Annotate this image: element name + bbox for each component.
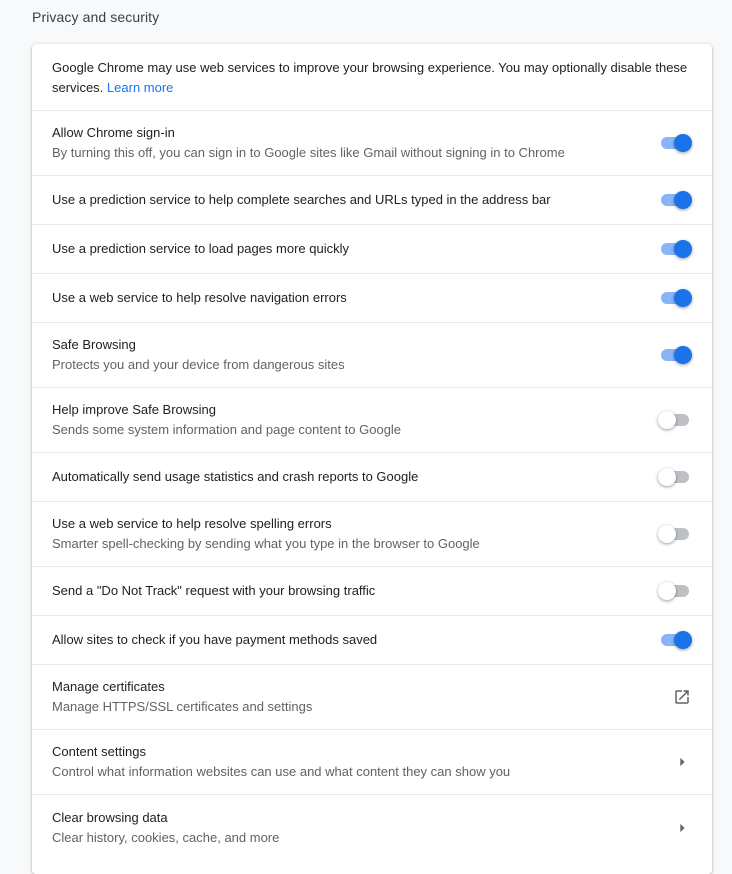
arrow-right-icon[interactable] <box>672 818 692 838</box>
setting-label: Use a web service to help resolve naviga… <box>52 290 347 305</box>
toggle-switch[interactable] <box>658 468 692 486</box>
toggle-knob <box>674 346 692 364</box>
setting-row-use-a-web-service-to-help-resolve-navigation-errors: Use a web service to help resolve naviga… <box>32 274 712 323</box>
setting-label: Allow Chrome sign-in <box>52 125 175 140</box>
settings-list: Allow Chrome sign-in By turning this off,… <box>32 111 712 860</box>
setting-text: Use a prediction service to help complet… <box>52 190 692 210</box>
setting-row-clear-browsing-data[interactable]: Clear browsing data Clear history, cookie… <box>32 795 712 860</box>
setting-sublabel: Sends some system information and page c… <box>52 422 402 437</box>
setting-sublabel: Control what information websites can us… <box>52 764 511 779</box>
setting-sublabel: Clear history, cookies, cache, and more <box>52 829 280 845</box>
setting-text: Automatically send usage statistics and … <box>52 467 692 487</box>
setting-row-help-improve-safe-browsing: Help improve Safe Browsing Sends some sys… <box>32 388 712 453</box>
setting-text: Allow Chrome sign-in By turning this off,… <box>52 123 692 163</box>
toggle-knob <box>674 289 692 307</box>
setting-label: Safe Browsing <box>52 337 136 352</box>
toggle-knob <box>674 631 692 649</box>
privacy-settings-card: Google Chrome may use web services to im… <box>32 44 712 874</box>
setting-text: Send a "Do Not Track" request with your … <box>52 581 692 601</box>
setting-label: Use a web service to help resolve spelli… <box>52 516 332 531</box>
setting-text: Use a prediction service to load pages m… <box>52 239 692 259</box>
setting-row-content-settings[interactable]: Content settings Control what information… <box>32 730 712 795</box>
setting-label: Content settings <box>52 744 146 759</box>
setting-text: Content settings Control what information… <box>52 742 692 782</box>
setting-sublabel: Manage HTTPS/SSL certificates and settin… <box>52 699 313 714</box>
toggle-knob <box>674 134 692 152</box>
setting-row-send-a-do-not-track-request-with-your-browsing-traffic: Send a "Do Not Track" request with your … <box>32 567 712 616</box>
setting-sublabel: By turning this off, you can sign in to … <box>52 145 565 160</box>
setting-row-allow-chrome-sign-in: Allow Chrome sign-in By turning this off,… <box>32 111 712 176</box>
setting-label: Use a prediction service to load pages m… <box>52 241 349 256</box>
toggle-knob <box>658 582 676 600</box>
toggle-switch[interactable] <box>658 582 692 600</box>
setting-label: Help improve Safe Browsing <box>52 402 217 417</box>
setting-label: Use a prediction service to help complet… <box>52 192 551 207</box>
setting-label: Allow sites to check if you have payment… <box>52 632 378 647</box>
toggle-switch[interactable] <box>658 346 692 364</box>
setting-text: Allow sites to check if you have payment… <box>52 630 692 650</box>
toggle-switch[interactable] <box>658 191 692 209</box>
toggle-knob <box>674 240 692 258</box>
toggle-knob <box>658 411 676 429</box>
toggle-switch[interactable] <box>658 240 692 258</box>
setting-label: Automatically send usage statistics and … <box>52 469 419 484</box>
setting-label: Send a "Do Not Track" request with your … <box>52 583 376 598</box>
toggle-switch[interactable] <box>658 411 692 429</box>
toggle-knob <box>674 191 692 209</box>
setting-label: Clear browsing data <box>52 809 168 825</box>
toggle-knob <box>658 468 676 486</box>
intro-text-block: Google Chrome may use web services to im… <box>32 44 712 111</box>
setting-row-manage-certificates[interactable]: Manage certificates Manage HTTPS/SSL cert… <box>32 665 712 730</box>
toggle-switch[interactable] <box>658 525 692 543</box>
toggle-switch[interactable] <box>658 631 692 649</box>
setting-text: Help improve Safe Browsing Sends some sys… <box>52 400 692 440</box>
setting-text: Use a web service to help resolve spelli… <box>52 514 692 554</box>
setting-row-use-a-prediction-service-to-help-complete-searches-and-urls-typed-in-the-address-bar: Use a prediction service to help complet… <box>32 176 712 225</box>
setting-row-safe-browsing: Safe Browsing Protects you and your devic… <box>32 323 712 388</box>
setting-row-automatically-send-usage-statistics-and-crash-reports-to-google: Automatically send usage statistics and … <box>32 453 712 502</box>
toggle-switch[interactable] <box>658 134 692 152</box>
setting-row-allow-sites-to-check-if-you-have-payment-methods-saved: Allow sites to check if you have payment… <box>32 616 712 665</box>
arrow-right-icon[interactable] <box>672 752 692 772</box>
setting-text: Clear browsing data Clear history, cookie… <box>52 808 692 848</box>
setting-row-use-a-web-service-to-help-resolve-spelling-errors: Use a web service to help resolve spelli… <box>32 502 712 567</box>
toggle-switch[interactable] <box>658 289 692 307</box>
toggle-knob <box>658 525 676 543</box>
learn-more-link[interactable]: Learn more <box>107 80 173 95</box>
setting-row-use-a-prediction-service-to-load-pages-more-quickly: Use a prediction service to load pages m… <box>32 225 712 274</box>
setting-sublabel: Smarter spell-checking by sending what y… <box>52 536 480 551</box>
setting-text: Manage certificates Manage HTTPS/SSL cert… <box>52 677 692 717</box>
setting-sublabel: Protects you and your device from danger… <box>52 357 345 372</box>
setting-text: Safe Browsing Protects you and your devic… <box>52 335 692 375</box>
open-in-new-icon[interactable] <box>672 687 692 707</box>
setting-label: Manage certificates <box>52 679 165 694</box>
setting-text: Use a web service to help resolve naviga… <box>52 288 692 308</box>
section-title: Privacy and security <box>32 9 160 25</box>
